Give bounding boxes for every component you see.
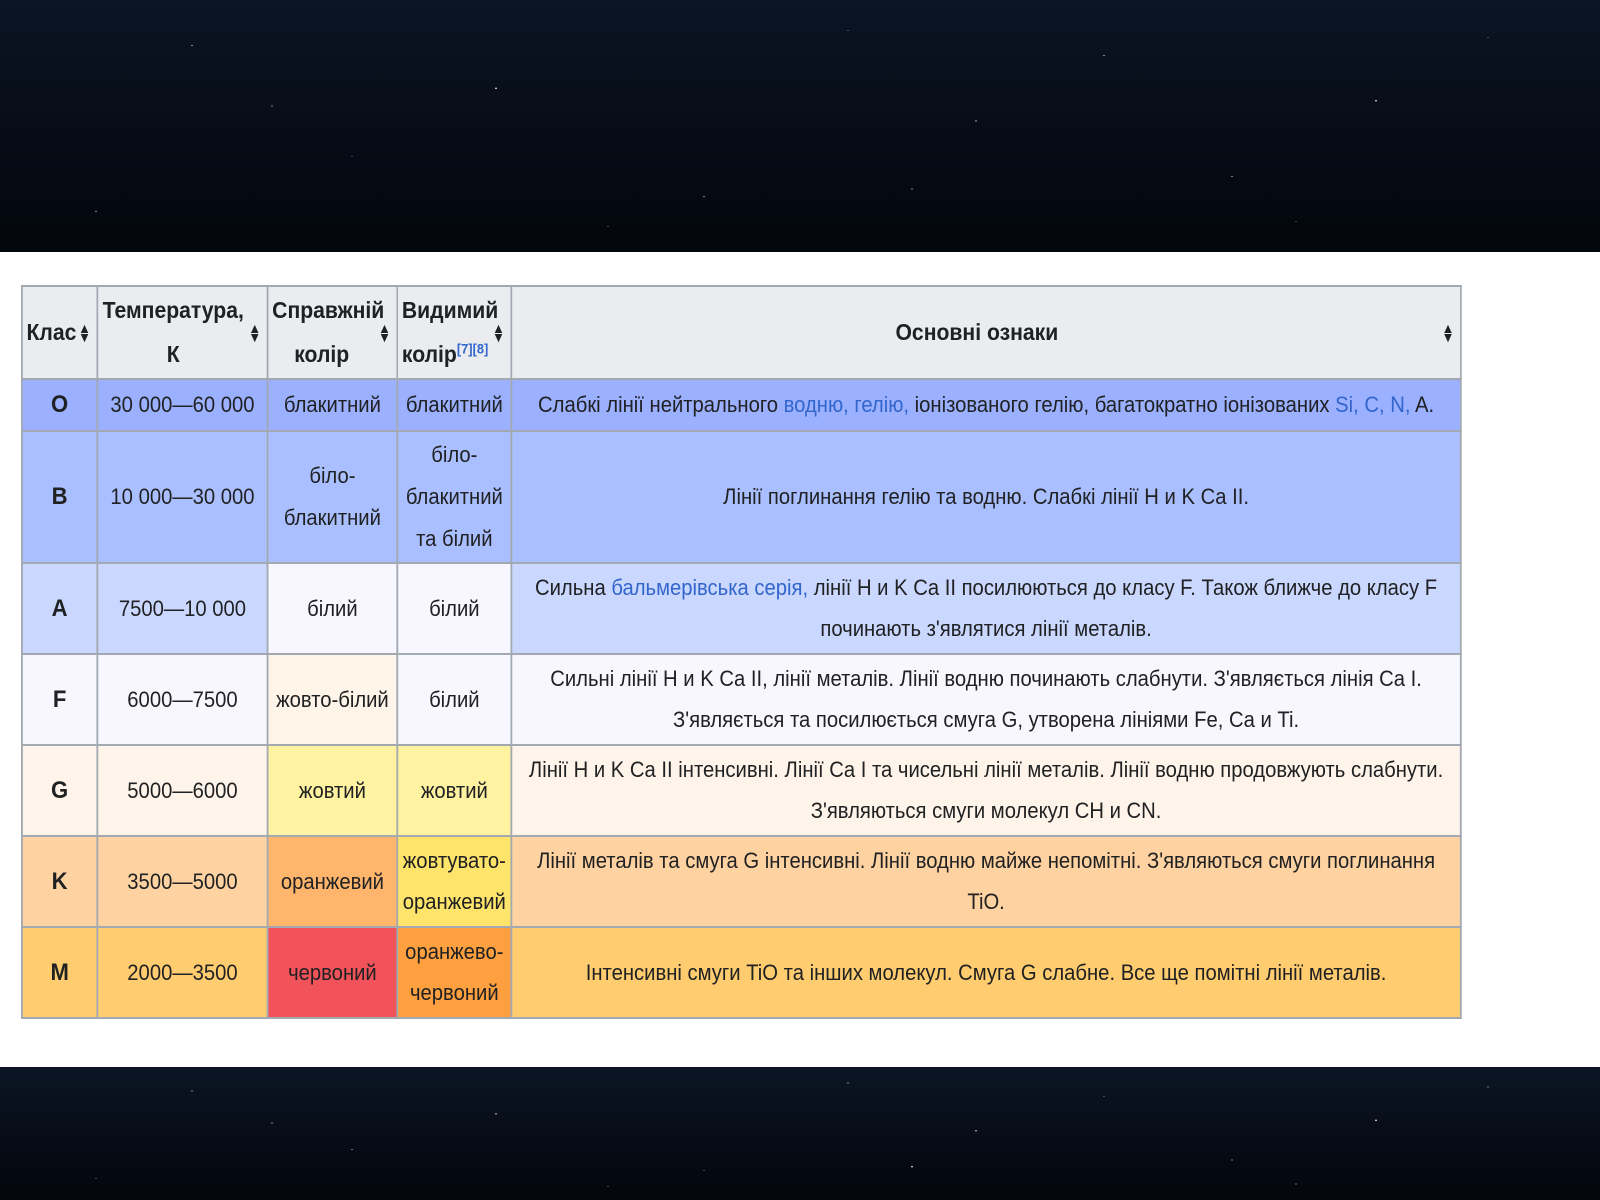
features-cell: Лінії поглинання гелію та водню. Слабкі … — [510, 429, 1462, 564]
true-color-cell: блакитний — [266, 378, 399, 432]
header-temperature-label-2: К — [166, 340, 180, 367]
header-visible-color-label-2: колір — [401, 340, 457, 367]
features-text: A. — [1410, 392, 1435, 418]
visible-color-cell: жовтувато-оранжевий — [396, 834, 513, 928]
table-row-class-f: F 6000—7500 жовто-білий білий Сильні лін… — [21, 652, 1462, 746]
header-visible-color-label-1: Видимий — [401, 297, 499, 323]
features-cell: Інтенсивні смуги TiO та інших молекул. С… — [510, 925, 1462, 1019]
true-color-cell: білий — [266, 561, 399, 655]
header-class[interactable]: Клас ▲ ▼ — [21, 284, 99, 381]
sort-icon[interactable]: ▲ ▼ — [1442, 321, 1455, 344]
features-link[interactable]: водню, гелію, — [784, 392, 909, 417]
class-cell: K — [21, 834, 99, 928]
visible-color-cell: білий — [396, 561, 513, 655]
sort-icon[interactable]: ▲ ▼ — [78, 321, 91, 344]
features-cell: Сильні лінії H и K Ca II, лінії металів.… — [510, 652, 1462, 746]
temperature-cell: 2000—3500 — [96, 925, 269, 1019]
features-cell: Лінії металів та смуга G інтенсивні. Лін… — [510, 834, 1462, 928]
class-cell: M — [21, 925, 99, 1019]
visible-color-cell: жовтий — [396, 743, 513, 837]
sort-icon[interactable]: ▲ ▼ — [248, 321, 261, 344]
header-true-color-label-1: Справжній — [272, 297, 385, 323]
true-color-cell: оранжевий — [266, 834, 399, 928]
table-header-row: Клас ▲ ▼ Температура, К ▲ ▼ Справжній колі… — [21, 284, 1462, 381]
features-cell: Лінії H и K Ca II інтенсивні. Лінії Ca I… — [510, 743, 1462, 837]
header-class-label: Клас — [26, 318, 77, 345]
true-color-cell: жовтий — [266, 743, 399, 837]
table-row-class-a: A 7500—10 000 білий білий Сильна бальмер… — [21, 561, 1462, 655]
table-row-class-o: O 30 000—60 000 блакитний блакитний Слаб… — [21, 378, 1462, 432]
features-link[interactable]: Si, C, N, — [1335, 392, 1410, 417]
table-row-class-k: K 3500—5000 оранжевий жовтувато-оранжеви… — [21, 834, 1462, 928]
reference-link[interactable]: [7][8] — [457, 340, 488, 356]
header-features[interactable]: Основні ознаки ▲ ▼ — [510, 284, 1462, 381]
sort-icon[interactable]: ▲ ▼ — [378, 321, 391, 344]
header-temperature-label-1: Температура, — [102, 297, 244, 323]
visible-color-cell: білий — [396, 652, 513, 746]
visible-color-cell: блакитний — [396, 378, 513, 432]
temperature-cell: 6000—7500 — [96, 652, 269, 746]
table-row-class-b: B 10 000—30 000 біло-блакитний біло-блак… — [21, 429, 1462, 564]
visible-color-cell: біло-блакитний та білий — [396, 429, 513, 564]
starfield-background-top — [0, 0, 1600, 252]
header-true-color-label-2: колір — [294, 340, 350, 367]
class-cell: G — [21, 743, 99, 837]
features-link[interactable]: бальмерівська серія, — [611, 575, 808, 600]
temperature-cell: 30 000—60 000 — [96, 378, 269, 432]
class-cell: O — [21, 378, 99, 432]
true-color-cell: біло-блакитний — [266, 429, 399, 564]
features-text: іонізованого гелію, багатократно іонізов… — [909, 392, 1336, 418]
features-text: Слабкі лінії нейтрального — [538, 392, 784, 418]
class-cell: F — [21, 652, 99, 746]
class-cell: A — [21, 561, 99, 655]
visible-color-cell: оранжево-червоний — [396, 925, 513, 1019]
sort-icon[interactable]: ▲ ▼ — [492, 321, 505, 344]
features-text: лінії H и K Ca II посилюються до класу F… — [808, 574, 1438, 642]
temperature-cell: 5000—6000 — [96, 743, 269, 837]
temperature-cell: 7500—10 000 — [96, 561, 269, 655]
table-row-class-m: M 2000—3500 червоний оранжево-червоний І… — [21, 925, 1462, 1019]
spectral-class-table: Клас ▲ ▼ Температура, К ▲ ▼ Справжній колі… — [21, 284, 1462, 1019]
header-true-color[interactable]: Справжній колір ▲ ▼ — [266, 284, 399, 381]
temperature-cell: 10 000—30 000 — [96, 429, 269, 564]
header-visible-color[interactable]: Видимий колір[7][8] ▲ ▼ — [396, 284, 513, 381]
features-text: Сильна — [534, 574, 612, 600]
temperature-cell: 3500—5000 — [96, 834, 269, 928]
features-cell: Сильна бальмерівська серія, лінії H и K … — [510, 561, 1462, 655]
starfield-background-bottom — [0, 1067, 1600, 1200]
features-cell: Слабкі лінії нейтрального водню, гелію, … — [510, 378, 1462, 432]
header-temperature[interactable]: Температура, К ▲ ▼ — [96, 284, 269, 381]
true-color-cell: червоний — [266, 925, 399, 1019]
true-color-cell: жовто-білий — [266, 652, 399, 746]
class-cell: B — [21, 429, 99, 564]
table-row-class-g: G 5000—6000 жовтий жовтий Лінії H и K Ca… — [21, 743, 1462, 837]
header-features-label: Основні ознаки — [895, 318, 1059, 345]
